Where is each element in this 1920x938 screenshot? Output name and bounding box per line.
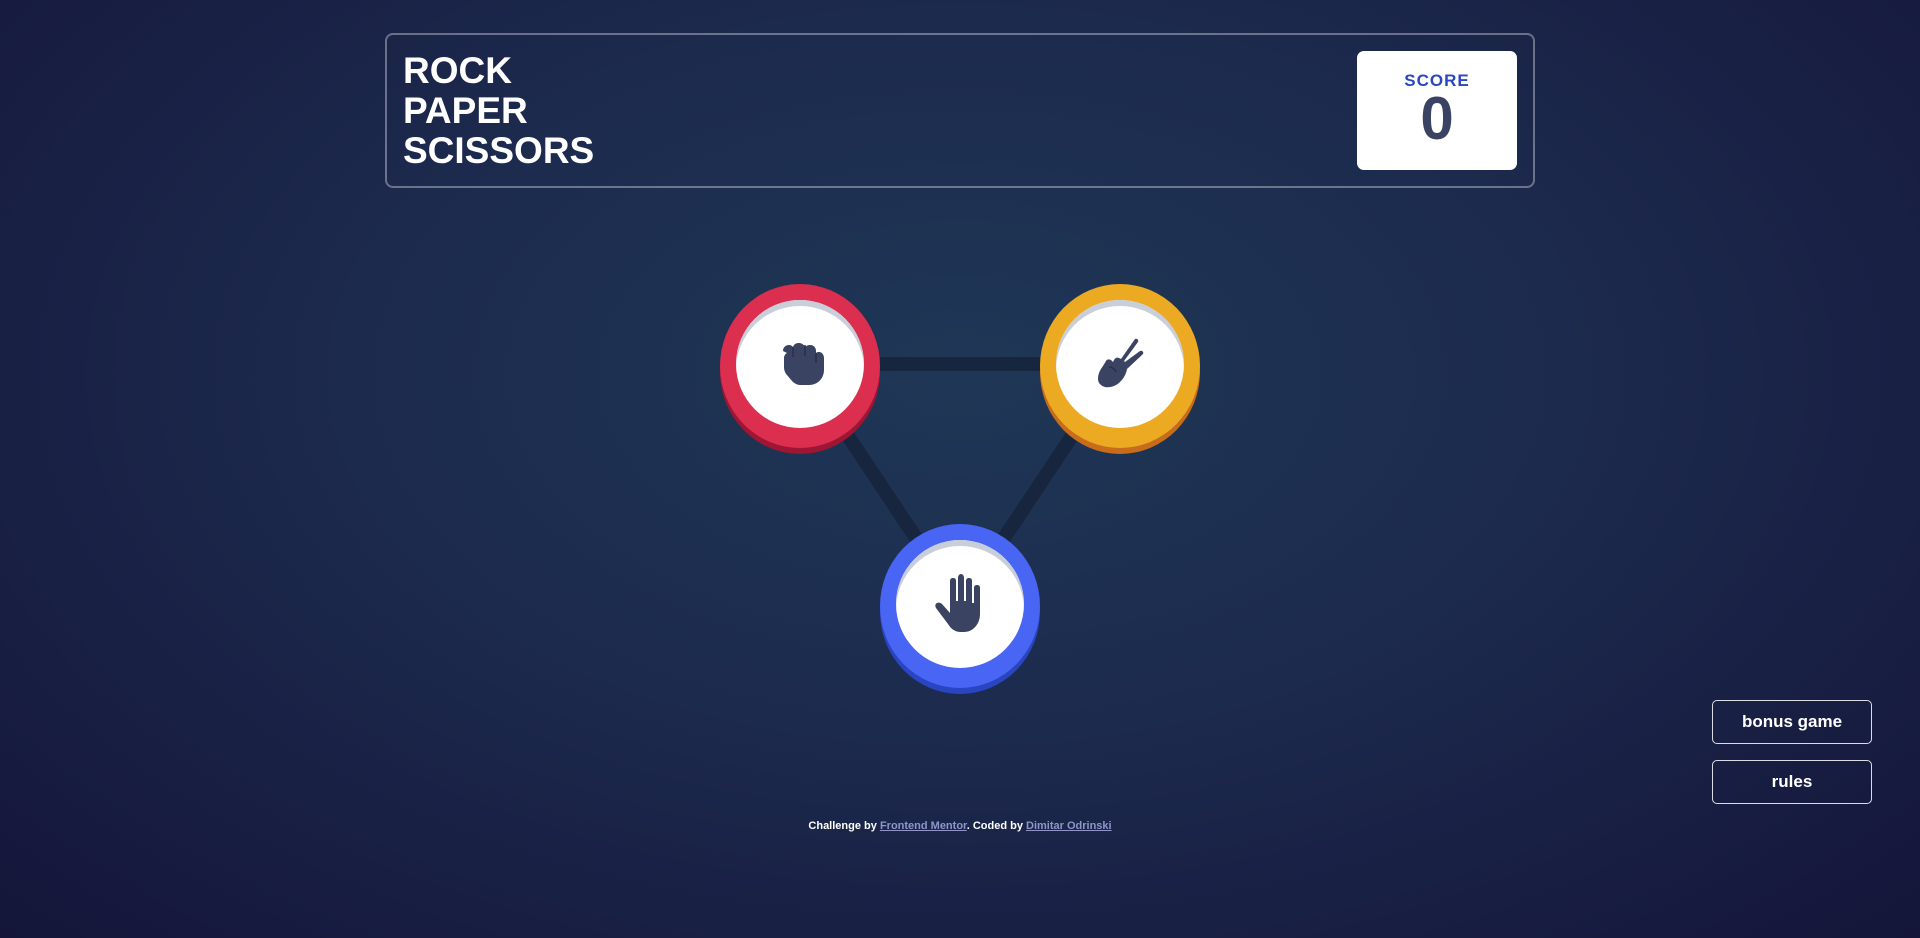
score-value: 0 (1420, 85, 1454, 152)
footer-prefix: Challenge by (808, 820, 880, 832)
score-box: SCORE 0 (1357, 51, 1517, 170)
title-line-rock: ROCK (403, 50, 512, 91)
open-hand-icon (935, 574, 980, 632)
author-link[interactable]: Dimitar Odrinski (1026, 820, 1112, 832)
header: ROCK PAPER SCISSORS SCORE 0 (385, 33, 1535, 188)
attribution-footer: Challenge by Frontend Mentor. Coded by D… (0, 820, 1920, 832)
scissors-hand-icon (1098, 338, 1144, 388)
frontend-mentor-link[interactable]: Frontend Mentor (880, 820, 967, 832)
scissors-token-face (1056, 300, 1184, 428)
paper-token-face (896, 540, 1024, 668)
rules-button[interactable]: rules (1712, 760, 1872, 804)
game-title: ROCK PAPER SCISSORS (403, 51, 594, 171)
paper-button[interactable] (880, 524, 1040, 688)
fist-icon (783, 343, 824, 385)
rock-button[interactable] (720, 284, 880, 448)
scissors-button[interactable] (1040, 284, 1200, 448)
rock-token-face (736, 300, 864, 428)
title-line-paper: PAPER (403, 90, 528, 131)
bonus-game-button[interactable]: bonus game (1712, 700, 1872, 744)
footer-middle: . Coded by (966, 820, 1026, 832)
title-line-scissors: SCISSORS (403, 130, 595, 171)
